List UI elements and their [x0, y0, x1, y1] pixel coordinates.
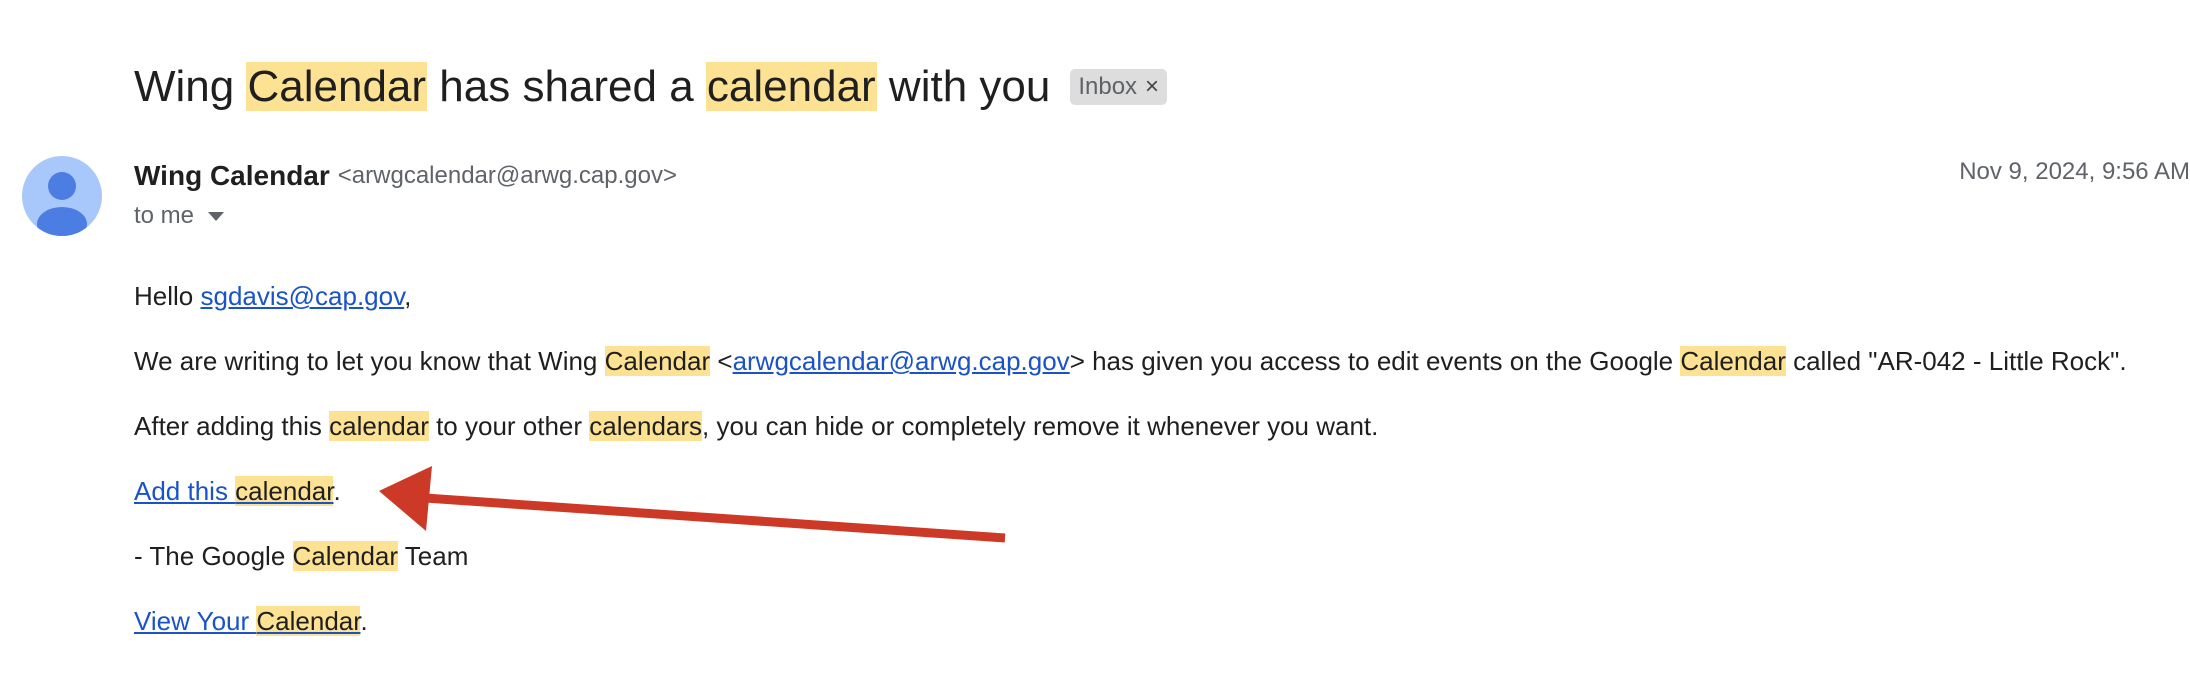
link-text: Add this: [134, 476, 236, 506]
person-icon: [37, 172, 87, 236]
body-text: to your other: [428, 411, 590, 441]
body-text: <: [710, 346, 733, 376]
annotation-arrow: [379, 466, 1006, 543]
greeting-line: Hello sgdavis@cap.gov,: [134, 277, 411, 315]
recipient-details-toggle[interactable]: to me: [134, 198, 225, 234]
signoff-text: Team: [398, 541, 469, 571]
add-calendar-link[interactable]: Add this calendar: [134, 476, 334, 506]
recipient-text: to me: [134, 202, 195, 229]
inbox-label-text: Inbox: [1078, 73, 1138, 100]
search-highlight: Calendar: [256, 606, 361, 636]
body-text: > has given you access to edit events on…: [1069, 346, 1681, 376]
chevron-down-icon[interactable]: [208, 211, 225, 221]
search-highlight: Calendar: [604, 346, 711, 376]
sender-email: <arwgcalendar@arwg.cap.gov>: [337, 162, 678, 189]
add-calendar-line: Add this calendar.: [134, 472, 341, 510]
search-highlight: Calendar: [292, 541, 399, 571]
search-highlight: calendar: [329, 411, 429, 441]
arrow-shaft: [424, 493, 1006, 543]
search-highlight: Calendar: [246, 62, 428, 111]
signoff-line: - The Google Calendar Team: [134, 537, 468, 575]
punctuation: .: [333, 476, 341, 506]
body-text: We are writing to let you know that Wing: [134, 346, 605, 376]
view-calendar-link[interactable]: View Your Calendar: [134, 606, 361, 636]
link-text: View Your: [134, 606, 257, 636]
email-subject: Wing Calendar has shared a calendar with…: [134, 57, 1050, 117]
punctuation: .: [360, 606, 368, 636]
sender-row: Wing Calendar <arwgcalendar@arwg.cap.gov…: [134, 156, 677, 196]
greeting-text: Hello: [134, 281, 201, 311]
email-date[interactable]: Nov 9, 2024, 9:56 AM: [1959, 158, 2190, 186]
sender-name[interactable]: Wing Calendar: [134, 160, 330, 192]
search-highlight: calendar: [705, 62, 877, 111]
search-highlight: calendar: [235, 476, 334, 506]
remove-label-icon[interactable]: ×: [1145, 73, 1159, 101]
signoff-text: - The Google: [134, 541, 293, 571]
body-paragraph-access: We are writing to let you know that Wing…: [134, 342, 2127, 380]
search-highlight: Calendar: [1680, 346, 1786, 376]
body-text: called "AR-042 - Little Rock".: [1785, 346, 2127, 376]
recipient-email-link[interactable]: sgdavis@cap.gov: [200, 281, 404, 311]
subject-text: Wing: [134, 62, 247, 111]
subject-row: Wing Calendar has shared a calendar with…: [134, 52, 1168, 122]
sender-email-link[interactable]: arwgcalendar@arwg.cap.gov: [733, 346, 1070, 376]
sender-avatar[interactable]: [22, 156, 102, 236]
view-calendar-line: View Your Calendar.: [134, 602, 368, 640]
search-highlight: calendars: [589, 411, 703, 441]
body-text: After adding this: [134, 411, 330, 441]
body-paragraph-instructions: After adding this calendar to your other…: [134, 407, 1378, 445]
arrow-head: [379, 466, 432, 531]
inbox-label-chip[interactable]: Inbox ×: [1070, 69, 1168, 105]
subject-text: with you: [876, 62, 1051, 111]
subject-text: has shared a: [427, 62, 706, 111]
greeting-text: ,: [404, 281, 412, 311]
body-text: , you can hide or completely remove it w…: [702, 411, 1379, 441]
